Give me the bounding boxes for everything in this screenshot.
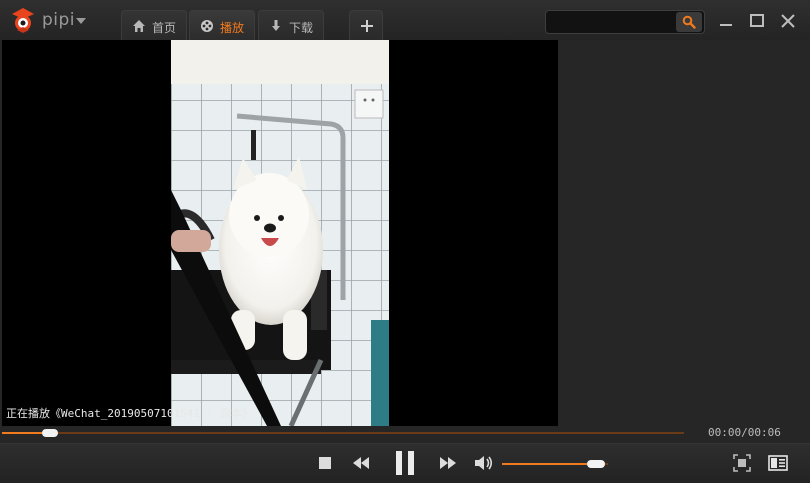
previous-icon[interactable] (352, 456, 370, 470)
search-input[interactable] (550, 13, 674, 33)
seek-bar[interactable] (2, 426, 684, 440)
home-icon (133, 20, 145, 32)
seek-track (2, 432, 684, 434)
control-bar (0, 443, 810, 483)
stop-icon[interactable] (318, 456, 332, 470)
tab-play[interactable]: 播放 (189, 10, 255, 40)
playlist-panel (558, 40, 810, 426)
now-playing-text: 正在播放《WeChat_20190507101541 - 副本》 (6, 407, 253, 420)
title-bar: pipi 首页 播放 下载 (0, 0, 810, 40)
close-icon[interactable] (779, 12, 797, 30)
brand-dropdown-icon[interactable] (76, 18, 86, 24)
search-icon (682, 15, 696, 29)
video-frame (171, 40, 389, 426)
download-icon (272, 20, 280, 31)
volume-level (502, 463, 601, 465)
brand-name[interactable]: pipi (42, 10, 75, 30)
tab-home[interactable]: 首页 (121, 10, 187, 40)
minimize-icon[interactable] (717, 12, 735, 30)
volume-slider[interactable] (502, 460, 608, 468)
fullscreen-icon[interactable] (733, 454, 751, 472)
tab-download-label: 下载 (289, 21, 314, 35)
search-box (545, 10, 705, 34)
add-tab-button[interactable] (349, 10, 383, 40)
seek-handle[interactable] (41, 429, 58, 437)
search-button[interactable] (676, 12, 702, 32)
volume-icon[interactable] (474, 454, 494, 472)
video-display[interactable] (2, 40, 558, 426)
tab-download[interactable]: 下载 (258, 10, 324, 40)
tab-play-label: 播放 (220, 21, 245, 35)
plus-icon (361, 20, 373, 32)
pause-icon[interactable] (395, 450, 415, 476)
pipi-logo-icon[interactable] (8, 6, 38, 34)
volume-handle[interactable] (586, 460, 605, 468)
time-display: 00:00/00:06 (708, 426, 781, 439)
playlist-icon[interactable] (768, 455, 788, 471)
next-icon[interactable] (439, 456, 457, 470)
film-reel-icon (201, 20, 213, 32)
tab-home-label: 首页 (152, 21, 177, 35)
maximize-icon[interactable] (748, 12, 766, 30)
